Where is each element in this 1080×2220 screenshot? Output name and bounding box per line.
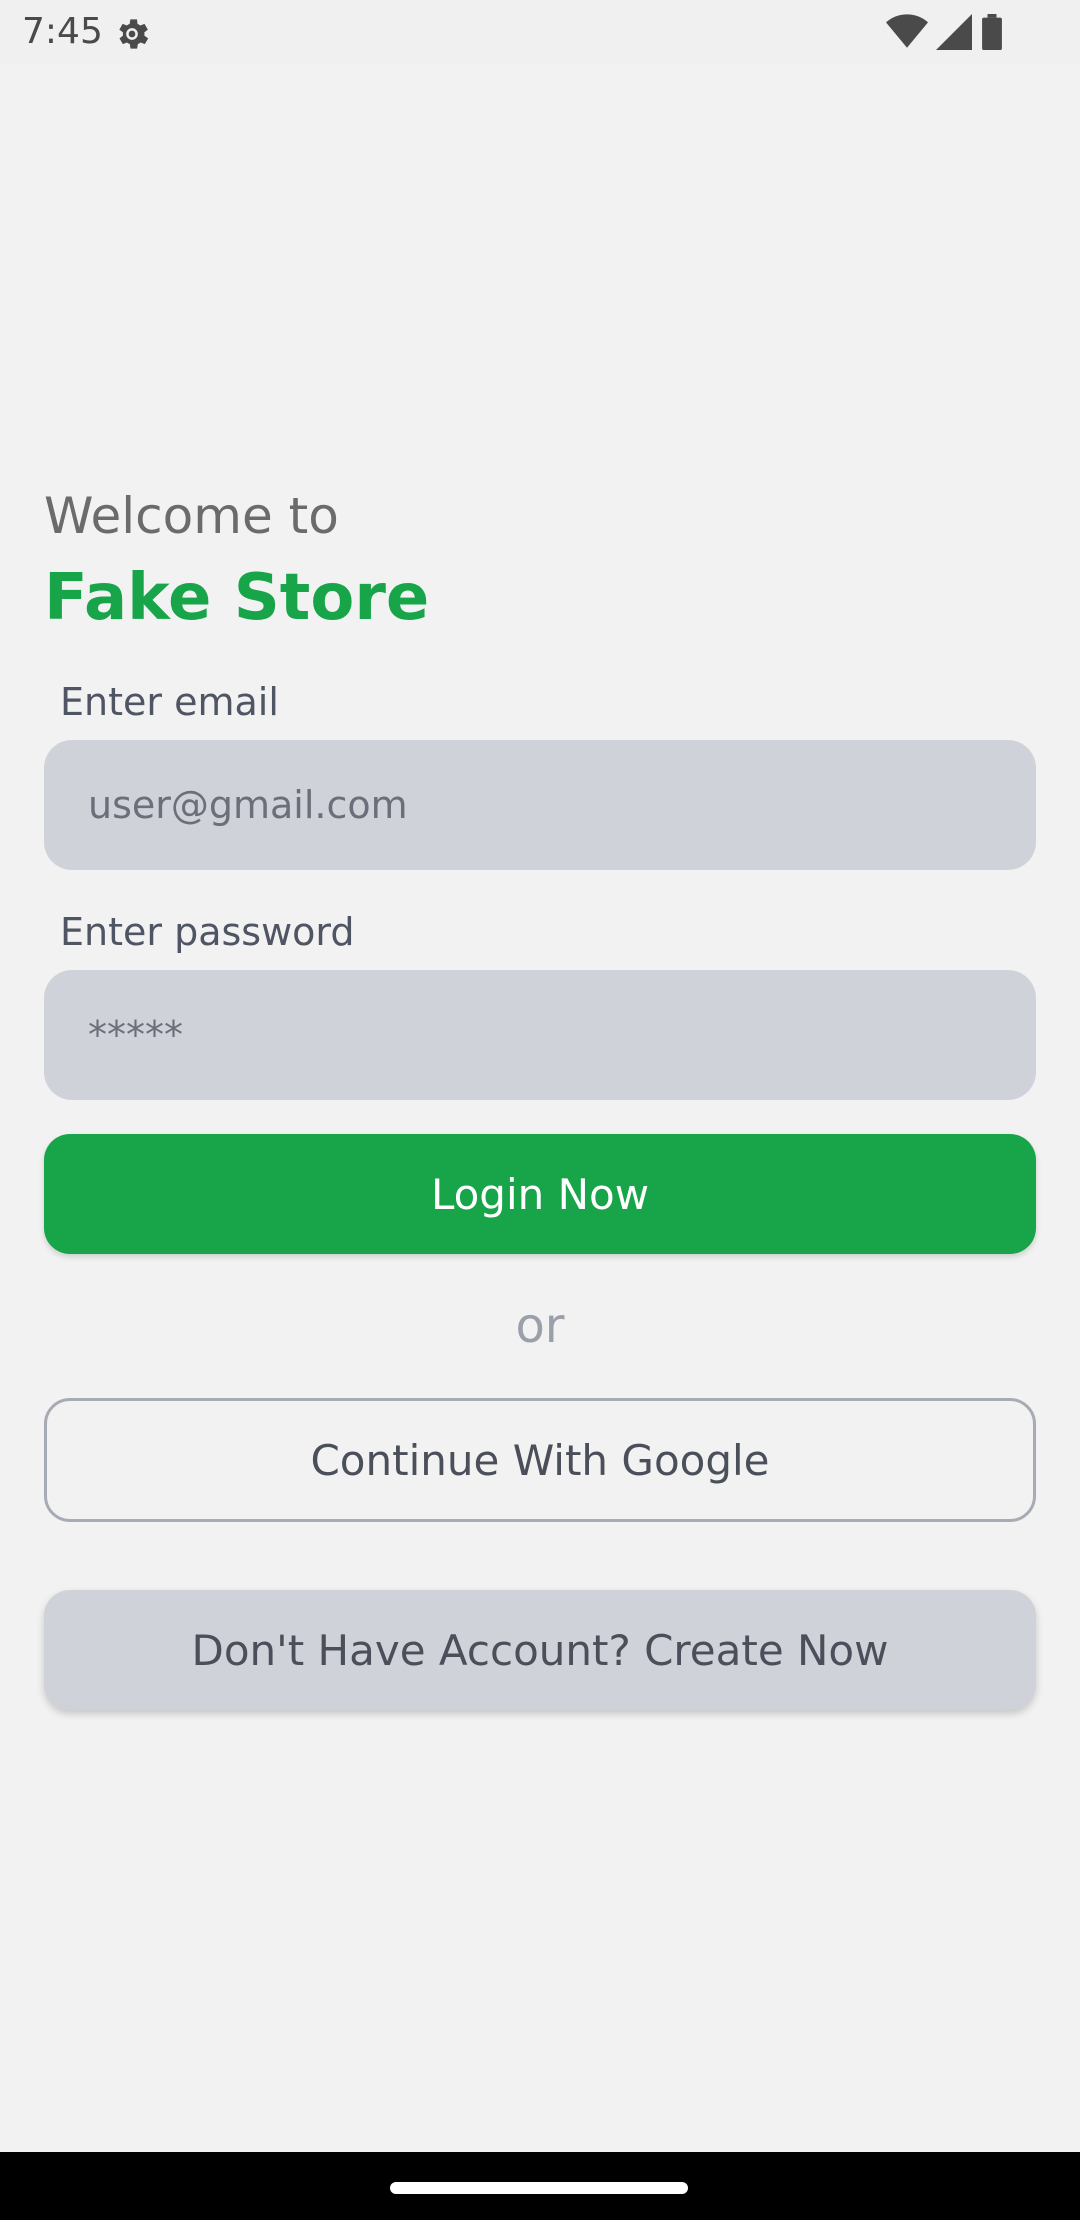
welcome-text: Welcome to [44,487,339,545]
signal-icon [936,14,972,50]
email-field[interactable]: user@gmail.com [44,740,1036,870]
email-field-value: user@gmail.com [88,783,408,827]
status-icons [886,14,1004,50]
password-label: Enter password [60,910,355,954]
home-gesture-handle[interactable] [390,2182,688,2194]
google-button-label: Continue With Google [310,1435,770,1485]
status-bar: 7:45 [0,0,1080,64]
or-divider-text: or [515,1298,565,1354]
login-screen: 7:45 Welcome to Fake Store Enter email u… [0,0,1080,2220]
navigation-bar [0,2152,1080,2220]
brand-title: Fake Store [44,561,430,635]
battery-icon [982,14,1002,50]
login-button-label: Login Now [430,1169,650,1219]
status-time: 7:45 [22,11,103,52]
create-account-button[interactable]: Don't Have Account? Create Now [44,1590,1036,1710]
email-label: Enter email [60,680,279,724]
create-account-button-label: Don't Have Account? Create Now [191,1625,889,1675]
password-field-value: ***** [88,1013,183,1057]
settings-gear-icon [119,19,149,49]
login-button[interactable]: Login Now [44,1134,1036,1254]
wifi-icon [886,14,928,48]
continue-with-google-button[interactable]: Continue With Google [44,1398,1036,1522]
password-field[interactable]: ***** [44,970,1036,1100]
